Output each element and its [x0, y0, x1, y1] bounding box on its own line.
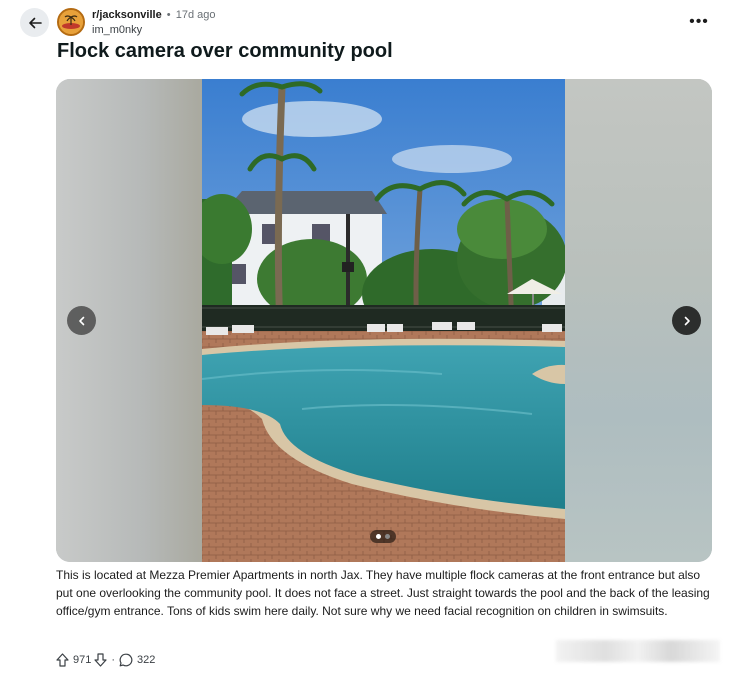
downvote-button[interactable]: [94, 653, 107, 667]
gallery-pager: [370, 530, 396, 543]
subreddit-avatar[interactable]: [57, 8, 85, 36]
gallery-prev-button[interactable]: [67, 306, 96, 335]
upvote-arrow-icon: [56, 653, 69, 667]
more-options-button[interactable]: •••: [686, 10, 712, 34]
subreddit-link[interactable]: r/jacksonville: [92, 9, 162, 21]
pager-dot[interactable]: [385, 534, 390, 539]
chevron-left-icon: [78, 316, 84, 325]
vote-score: 971: [73, 654, 92, 666]
overflow-menu-icon: •••: [689, 13, 709, 30]
back-button[interactable]: [20, 8, 49, 37]
pager-dot-active[interactable]: [376, 534, 381, 539]
downvote-arrow-icon: [94, 653, 107, 667]
post-body: This is located at Mezza Premier Apartme…: [56, 568, 710, 618]
arrow-left-icon: [28, 17, 42, 28]
meta-separator: •: [166, 9, 171, 21]
media-gallery[interactable]: [56, 79, 712, 562]
subreddit-logo-icon: [59, 10, 83, 34]
pool-photo[interactable]: [202, 79, 565, 562]
scan-artifact: [556, 640, 720, 662]
actions-separator: ·: [111, 654, 116, 666]
comments-button[interactable]: 322: [119, 653, 155, 667]
gallery-next-button[interactable]: [672, 306, 701, 335]
upvote-button[interactable]: [56, 653, 69, 667]
post-title: Flock camera over community pool: [57, 40, 393, 62]
comment-bubble-icon: [119, 653, 133, 667]
author-link[interactable]: im_m0nky: [92, 24, 215, 37]
comment-count: 322: [137, 654, 156, 666]
chevron-right-icon: [684, 316, 690, 325]
post-actions: 971 · 322: [56, 651, 155, 669]
post-age: 17d ago: [175, 9, 216, 21]
post-meta: r/jacksonville • 17d ago im_m0nky: [92, 9, 215, 37]
